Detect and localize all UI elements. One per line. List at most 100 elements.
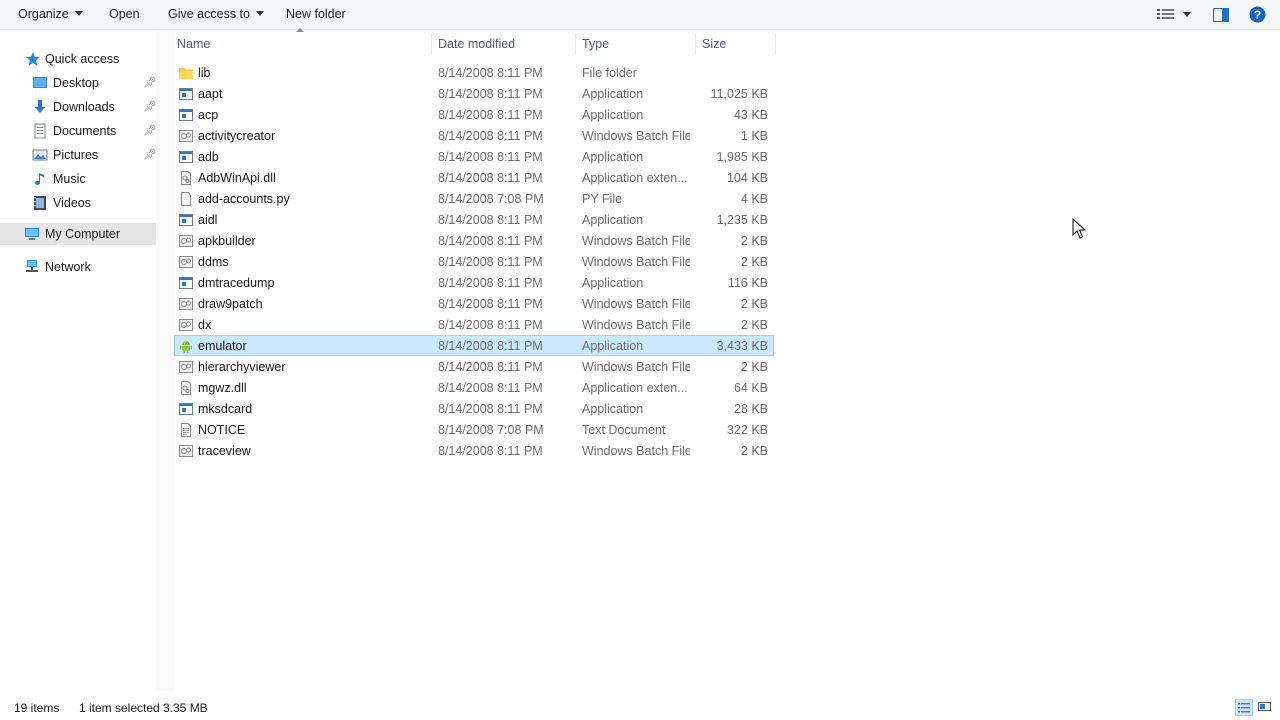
file-type: Text Document [582,423,666,437]
file-name: aidl [198,213,218,227]
nav-my-computer[interactable]: My Computer [0,223,156,245]
pin-icon: 📌︎ [143,77,157,89]
file-date: 8/14/2008 7:08 PM [438,192,544,206]
give-access-label: Give access to [168,7,250,21]
file-name: draw9patch [198,297,263,311]
file-row[interactable]: apkbuilder 8/14/2008 8:11 PM Windows Bat… [174,230,774,251]
nav-label: Documents [53,124,117,138]
large-icons-view-icon [1258,702,1271,711]
file-type: Application [582,276,644,290]
file-size: 2 KB [740,360,768,374]
file-type: Windows Batch File [582,234,690,248]
file-row[interactable]: aidl 8/14/2008 8:11 PM Application 1,235… [174,209,774,230]
nav-label: My Computer [45,227,121,241]
details-view-button[interactable] [1235,699,1253,716]
file-row[interactable]: aapt 8/14/2008 8:11 PM Application 11,02… [174,83,774,104]
file-row[interactable]: lib 8/14/2008 8:11 PM File folder [174,62,774,83]
application-icon [179,214,193,226]
file-name: apkbuilder [198,234,256,248]
batch-file-icon [179,130,193,142]
preview-pane-button[interactable] [1213,8,1229,25]
nav-label: Music [53,172,86,186]
file-row[interactable]: acp 8/14/2008 8:11 PM Application 43 KB [174,104,774,125]
dll-icon [181,381,191,395]
help-button[interactable]: ? [1249,6,1266,26]
column-separator[interactable] [431,33,432,55]
file-name: emulator [198,339,247,353]
svg-text:?: ? [1254,8,1261,22]
file-row[interactable]: adb 8/14/2008 8:11 PM Application 1,985 … [174,146,774,167]
file-name: AdbWinApi.dll [198,171,276,185]
column-separator[interactable] [775,33,776,55]
file-row[interactable]: ddms 8/14/2008 8:11 PM Windows Batch Fil… [174,251,774,272]
file-size: 11,025 KB [710,87,768,101]
column-header-date[interactable]: Date modified [438,33,572,55]
file-row[interactable]: AdbWinApi.dll 8/14/2008 8:11 PM Applicat… [174,167,774,188]
batch-file-icon [179,298,193,310]
nav-videos[interactable]: Videos [0,192,156,214]
nav-music[interactable]: Music [0,168,156,190]
nav-network[interactable]: Network [0,256,156,278]
view-options-button[interactable] [1157,8,1191,25]
file-type: Windows Batch File [582,255,690,269]
file-name: traceview [198,444,251,458]
item-count: 19 items [14,701,60,715]
nav-desktop[interactable]: Desktop 📌︎ [0,72,157,94]
column-header-type[interactable]: Type [582,33,692,55]
file-date: 8/14/2008 8:11 PM [438,129,543,143]
documents-icon [34,123,46,139]
nav-documents[interactable]: Documents 📌︎ [0,120,157,142]
new-folder-label: New folder [286,7,346,21]
file-row[interactable]: draw9patch 8/14/2008 8:11 PM Windows Bat… [174,293,774,314]
pictures-icon [32,149,48,161]
file-list: lib 8/14/2008 8:11 PM File folder aapt 8… [174,62,774,461]
nav-downloads[interactable]: Downloads 📌︎ [0,96,157,118]
file-name: adb [198,150,219,164]
file-size: 2 KB [740,234,768,248]
file-row[interactable]: NOTICE 8/14/2008 7:08 PM Text Document 3… [174,419,774,440]
download-icon [35,100,45,113]
file-date: 8/14/2008 8:11 PM [438,297,543,311]
column-separator[interactable] [575,33,576,55]
file-row[interactable]: hierarchyviewer 8/14/2008 8:11 PM Window… [174,356,774,377]
file-row[interactable]: mksdcard 8/14/2008 8:11 PM Application 2… [174,398,774,419]
file-type: PY File [582,192,623,206]
file-row[interactable]: mgwz.dll 8/14/2008 8:11 PM Application e… [174,377,774,398]
nav-quick-access[interactable]: Quick access [0,48,156,70]
file-date: 8/14/2008 8:11 PM [438,318,543,332]
column-header-name[interactable]: Name [177,33,427,55]
file-row[interactable]: traceview 8/14/2008 8:11 PM Windows Batc… [174,440,774,461]
column-header-size[interactable]: Size [702,33,772,55]
file-row-selected[interactable]: emulator 8/14/2008 8:11 PM Application 3… [174,335,774,356]
column-separator[interactable] [695,33,696,55]
open-button[interactable]: Open [109,0,140,29]
new-folder-button[interactable]: New folder [286,0,346,29]
file-date: 8/14/2008 8:11 PM [438,444,543,458]
command-bar: Organize Open Give access to New folder … [0,0,1280,30]
file-type: Windows Batch File [582,129,690,143]
pin-icon: 📌︎ [143,125,157,137]
batch-file-icon [179,361,193,373]
file-row[interactable]: dx 8/14/2008 8:11 PM Windows Batch File … [174,314,774,335]
file-row[interactable]: activitycreator 8/14/2008 8:11 PM Window… [174,125,774,146]
chevron-down-icon [255,11,264,17]
file-name: hierarchyviewer [198,360,286,374]
application-icon [179,109,193,121]
network-icon [26,260,38,272]
pane-divider[interactable] [156,31,174,691]
file-size: 3,433 KB [716,339,768,353]
large-icons-view-button[interactable] [1257,699,1275,716]
column-label: Date modified [438,37,516,51]
organize-label: Organize [18,7,69,21]
give-access-button[interactable]: Give access to [168,0,264,29]
nav-label: Desktop [53,76,99,90]
file-date: 8/14/2008 8:11 PM [438,402,543,416]
file-row[interactable]: add-accounts.py 8/14/2008 7:08 PM PY Fil… [174,188,774,209]
help-icon: ? [1249,6,1266,23]
file-name: mksdcard [198,402,253,416]
organize-button[interactable]: Organize [18,0,83,29]
nav-pictures[interactable]: Pictures 📌︎ [0,144,157,166]
selection-count: 1 item selected [79,701,160,715]
file-row[interactable]: dmtracedump 8/14/2008 8:11 PM Applicatio… [174,272,774,293]
nav-label: Videos [53,196,91,210]
